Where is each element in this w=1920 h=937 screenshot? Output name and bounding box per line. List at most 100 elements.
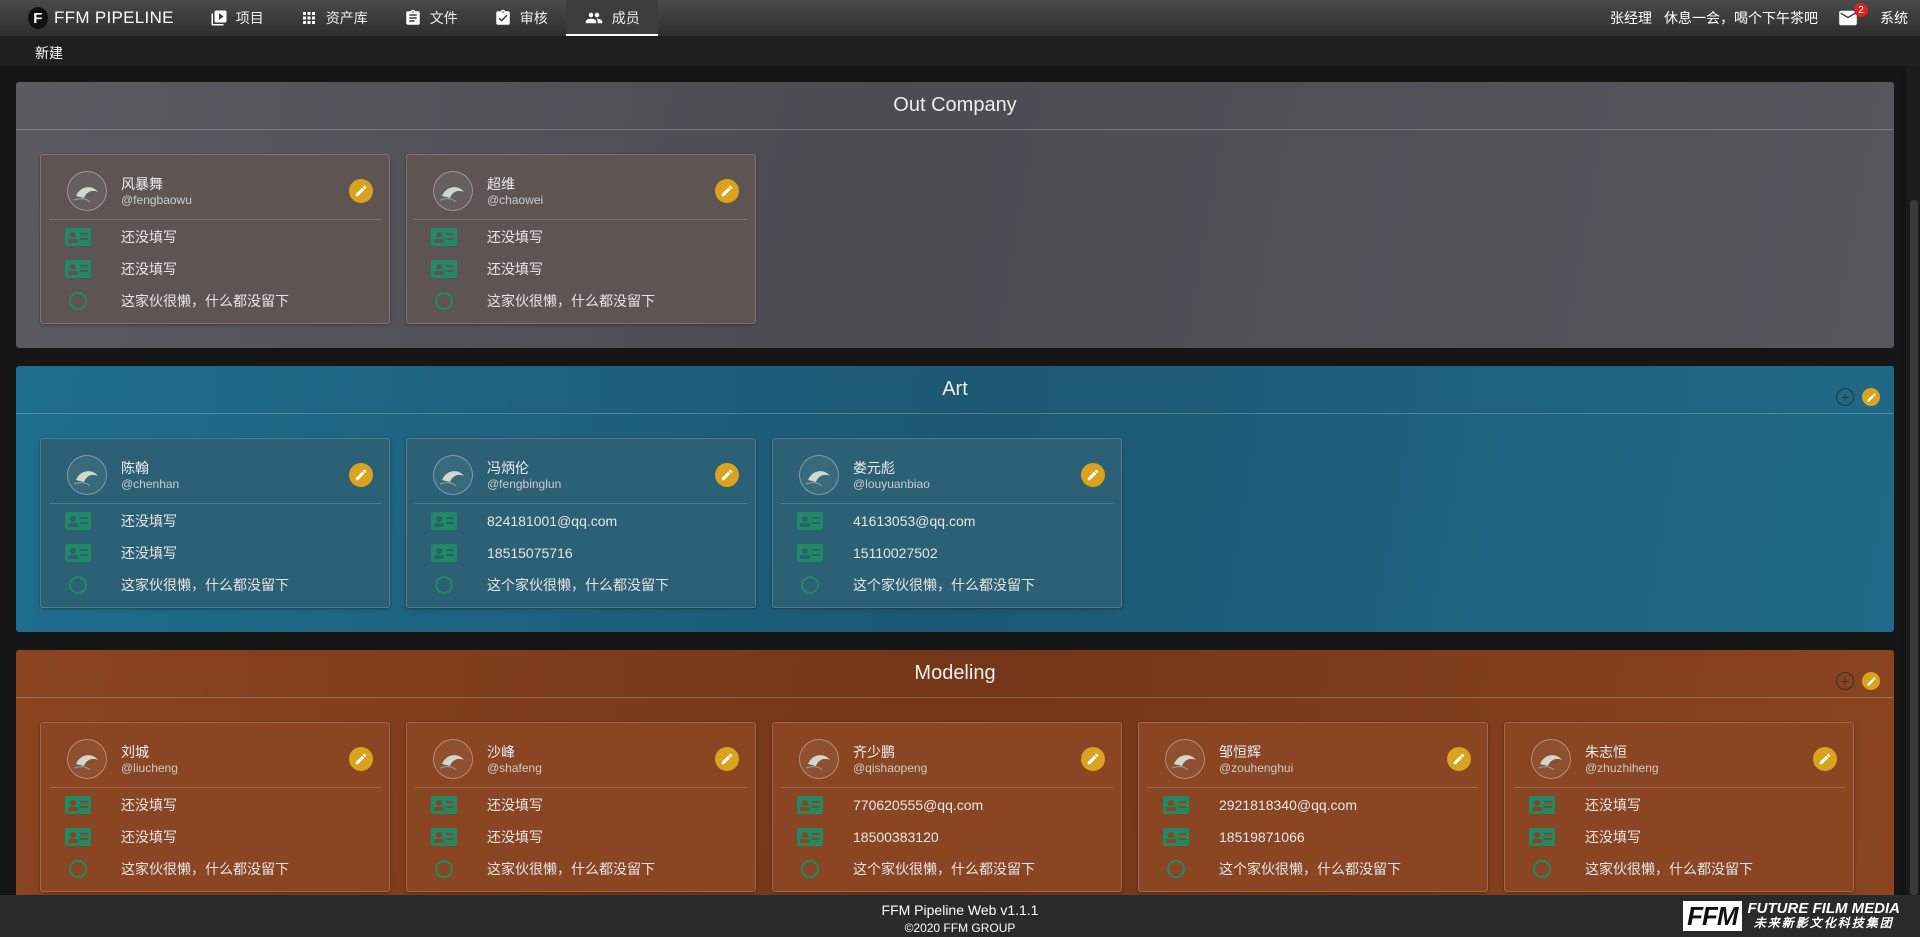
edit-member-button[interactable] [349,463,373,487]
clipboard-check-icon [496,9,510,25]
user-message: 休息一会，喝个下午茶吧 [1664,10,1818,26]
member-handle: @zhuzhiheng [1585,761,1659,775]
nav-label: 项目 [235,10,264,26]
mail-button[interactable]: 2 [1838,3,1868,26]
member-email: 824181001@qq.com [487,513,618,529]
people-icon [585,12,603,24]
group-title: Art [942,378,968,400]
member-name: 邹恒辉 [1219,744,1261,760]
phone-card-icon [431,544,457,562]
nav-item-projects[interactable]: 项目 [192,0,282,36]
edit-member-button[interactable] [715,463,739,487]
edit-member-button[interactable] [1081,463,1105,487]
nav-item-review[interactable]: 审核 [476,0,566,36]
member-name: 陈翰 [121,460,149,476]
member-phone: 还没填写 [121,829,177,845]
member-email: 还没填写 [121,513,177,529]
pencil-icon [1866,676,1876,686]
edit-group-button[interactable] [1862,388,1880,406]
member-email: 还没填写 [487,229,543,245]
edit-member-button[interactable] [1447,747,1471,771]
member-card: 超维 @chaowei 还没填写 还没填写 这家伙很懒，什么都没留下 [406,154,756,324]
member-bio: 这家伙很懒，什么都没留下 [121,293,289,309]
member-card: 娄元彪 @louyuanbiao 41613053@qq.com 1511002… [772,438,1122,608]
nav-item-files[interactable]: 文件 [386,0,476,36]
plus-icon: + [1840,389,1850,405]
member-phone: 还没填写 [121,545,177,561]
edit-member-button[interactable] [715,747,739,771]
member-bio: 这个家伙很懒，什么都没留下 [853,577,1035,593]
member-card: 风暴舞 @fengbaowu 还没填写 还没填写 这家伙很懒，什么都没留下 [40,154,390,324]
smiley-icon [797,860,823,878]
user-name[interactable]: 张经理 [1610,8,1652,28]
pencil-icon [1866,392,1876,402]
nav-item-assets[interactable]: 资产库 [282,0,386,36]
email-card-icon [431,512,457,530]
member-cards: 刘城 @liucheng 还没填写 还没填写 这家伙很懒，什么都没留下 沙峰 @… [40,722,1854,892]
smiley-icon [431,860,457,878]
email-card-icon [431,796,457,814]
member-phone: 还没填写 [121,261,177,277]
smiley-icon [797,576,823,594]
scrollbar-thumb[interactable] [1910,200,1918,895]
member-handle: @fengbaowu [121,193,192,207]
edit-member-button[interactable] [349,747,373,771]
edit-member-button[interactable] [1081,747,1105,771]
member-name: 超维 [487,176,515,192]
edit-group-button[interactable] [1862,672,1880,690]
email-card-icon [65,796,91,814]
member-handle: @chaowei [487,193,544,207]
pencil-icon [355,753,367,765]
smiley-icon [65,576,91,594]
grid-icon [302,12,315,24]
app-logo: F [28,7,48,29]
member-bio: 这家伙很懒，什么都没留下 [1585,861,1753,877]
avatar [67,739,107,779]
nav-item-members[interactable]: 成员 [565,0,658,36]
member-email: 还没填写 [1585,797,1641,813]
main-nav: 项目 资产库 文件 审核 成员 [192,0,658,36]
smiley-icon [1163,860,1189,878]
add-member-button[interactable]: + [1836,388,1854,406]
member-phone: 15110027502 [853,545,938,561]
phone-card-icon [797,828,823,846]
system-menu[interactable]: 系统 [1880,8,1908,28]
nav-label: 资产库 [325,10,368,26]
footer-version: FFM Pipeline Web v1.1.1 [881,902,1039,918]
edit-member-button[interactable] [1813,747,1837,771]
phone-card-icon [1163,828,1189,846]
smiley-icon [431,576,457,594]
avatar [433,171,473,211]
clipboard-icon [406,9,420,25]
member-phone: 18500383120 [853,829,939,845]
phone-card-icon [431,260,457,278]
email-card-icon [65,228,91,246]
edit-member-button[interactable] [349,179,373,203]
add-member-button[interactable]: + [1836,672,1854,690]
member-card: 齐少鹏 @qishaopeng 770620555@qq.com 1850038… [772,722,1122,892]
group-title: Modeling [914,662,996,684]
email-card-icon [1163,796,1189,814]
group-art: Art + 陈翰 @chenhan 还没填写 还没填写 这家伙很懒，什么都没留下 [16,366,1894,632]
member-handle: @qishaopeng [853,761,928,775]
pencil-icon [721,753,733,765]
member-name: 冯炳伦 [487,460,529,476]
member-handle: @liucheng [121,761,178,775]
member-card: 刘城 @liucheng 还没填写 还没填写 这家伙很懒，什么都没留下 [40,722,390,892]
member-phone: 18519871066 [1219,829,1305,845]
member-phone: 还没填写 [487,829,543,845]
new-button[interactable]: 新建 [35,43,63,63]
smiley-icon [1529,860,1555,878]
avatar [67,455,107,495]
avatar [433,739,473,779]
app-brand[interactable]: F FFM PIPELINE [28,7,174,29]
member-bio: 这个家伙很懒，什么都没留下 [853,861,1035,877]
member-handle: @zouhenghui [1219,761,1294,775]
member-name: 朱志恒 [1585,744,1627,760]
member-phone: 还没填写 [1585,829,1641,845]
avatar [799,455,839,495]
member-name: 风暴舞 [121,176,163,192]
member-email: 2921818340@qq.com [1219,797,1357,813]
edit-member-button[interactable] [715,179,739,203]
member-groups-area: Out Company 风暴舞 @fengbaowu 还没填写 还没填写 这家伙… [0,66,1900,895]
